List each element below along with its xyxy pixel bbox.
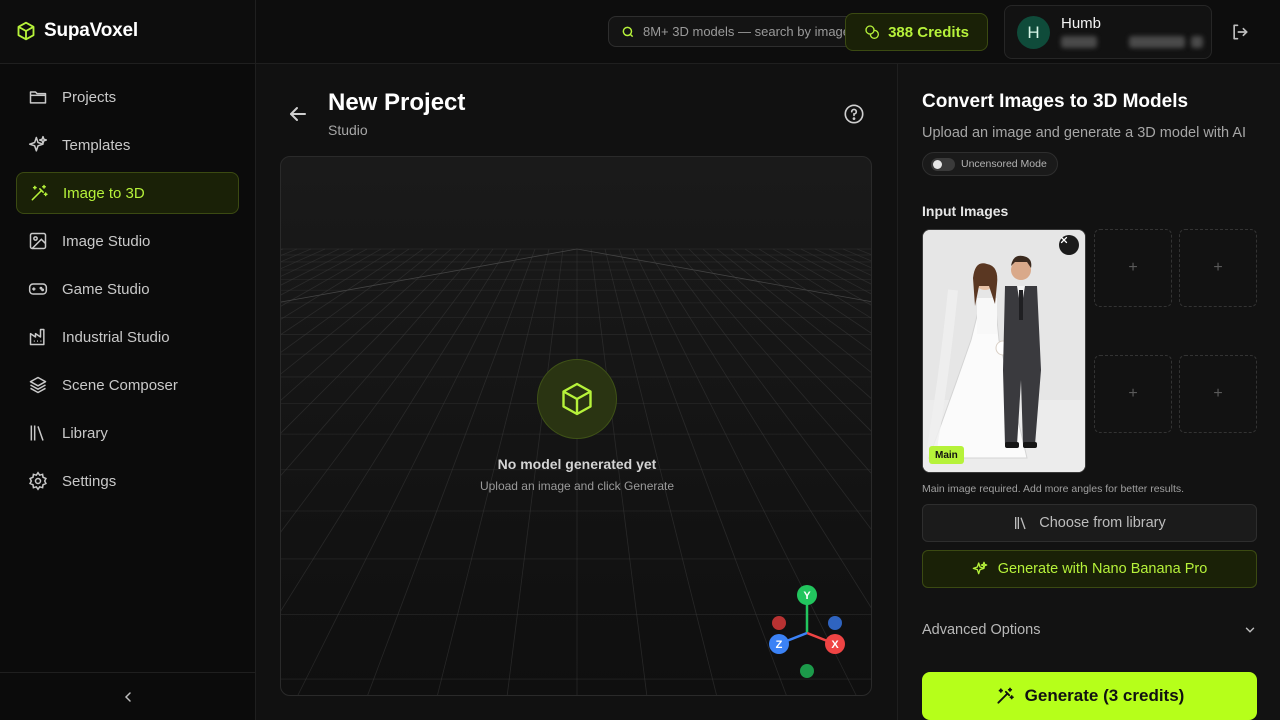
- top-bar: SupaVoxel 388 Credits H Humb: [0, 0, 1280, 64]
- remove-image-button[interactable]: [1059, 235, 1079, 255]
- layers-icon: [29, 376, 47, 394]
- user-card[interactable]: H Humb: [1004, 5, 1212, 59]
- advanced-options-toggle[interactable]: Advanced Options: [922, 617, 1257, 643]
- page-subtitle: Studio: [328, 122, 368, 138]
- library-button-label: Choose from library: [1039, 515, 1166, 531]
- sidebar-item-label: Templates: [62, 136, 131, 154]
- sidebar-item-projects[interactable]: Projects: [16, 76, 239, 118]
- z-axis-label: Z: [776, 639, 783, 651]
- project-workspace: New Project Studio No model generated ye…: [256, 64, 897, 720]
- sidebar-item-label: Scene Composer: [62, 376, 178, 394]
- image-icon: [29, 232, 47, 250]
- coins-icon: [865, 25, 880, 39]
- uncensored-mode-toggle[interactable]: Uncensored Mode: [922, 152, 1058, 176]
- cube-icon: [562, 382, 592, 416]
- empty-state-title: No model generated yet: [497, 456, 657, 472]
- logout-icon[interactable]: [1230, 22, 1250, 42]
- add-image-slot-4[interactable]: +: [1179, 355, 1257, 433]
- plus-icon: +: [1213, 259, 1223, 276]
- avatar: H: [1017, 16, 1050, 49]
- credits-label: 388 Credits: [888, 23, 969, 41]
- panel-title: Convert Images to 3D Models: [922, 91, 1189, 112]
- sidebar-item-industrial-studio[interactable]: Industrial Studio: [16, 316, 239, 358]
- plus-icon: +: [1128, 385, 1138, 402]
- neg-y-handle[interactable]: [800, 664, 814, 678]
- main-image-tag: Main: [929, 446, 964, 464]
- brand[interactable]: SupaVoxel: [16, 20, 138, 42]
- gear-icon: [29, 471, 47, 491]
- factory-icon: [29, 328, 45, 346]
- chevron-left-icon[interactable]: [120, 689, 136, 705]
- sidebar-item-game-studio[interactable]: Game Studio: [16, 268, 239, 310]
- empty-state-subtitle: Upload an image and click Generate: [479, 479, 675, 493]
- search-icon: [622, 26, 634, 37]
- sidebar-item-scene-composer[interactable]: Scene Composer: [16, 364, 239, 406]
- sidebar: Projects Templates Image to 3D Image Stu…: [0, 64, 256, 720]
- sidebar-item-label: Projects: [62, 88, 117, 106]
- sidebar-item-label: Library: [62, 424, 108, 442]
- sidebar-item-library[interactable]: Library: [16, 412, 239, 454]
- redaction: [1061, 36, 1097, 48]
- y-axis-label: Y: [803, 590, 811, 602]
- x-axis-label: X: [831, 639, 839, 651]
- magic-wand-icon: [997, 687, 1014, 704]
- generate-button-label: Generate (3 credits): [1024, 686, 1185, 705]
- sidebar-item-templates[interactable]: Templates: [16, 124, 239, 166]
- redaction: [1129, 36, 1185, 48]
- sidebar-item-label: Game Studio: [62, 280, 150, 298]
- redaction: [1191, 36, 1203, 48]
- sidebar-item-label: Industrial Studio: [62, 328, 170, 346]
- sidebar-item-image-studio[interactable]: Image Studio: [16, 220, 239, 262]
- generate-nano-banana-button[interactable]: Generate with Nano Banana Pro: [922, 550, 1257, 588]
- chevron-down-icon: [1245, 627, 1255, 633]
- help-icon[interactable]: [843, 103, 865, 125]
- user-name: Humb: [1061, 15, 1102, 32]
- input-images-label: Input Images: [922, 203, 1009, 219]
- panel-description: Upload an image and generate a 3D model …: [922, 125, 1247, 141]
- back-arrow-icon[interactable]: [286, 102, 310, 126]
- close-icon: [1060, 236, 1068, 244]
- add-image-slot-1[interactable]: +: [1094, 229, 1172, 307]
- nano-button-label: Generate with Nano Banana Pro: [997, 561, 1208, 577]
- divider: [255, 0, 256, 64]
- gamepad-icon: [28, 283, 48, 295]
- magic-wand-icon: [31, 184, 48, 201]
- sidebar-collapse-bar: [0, 672, 255, 720]
- sidebar-item-label: Image to 3D: [63, 184, 145, 202]
- cube-icon: [17, 21, 35, 41]
- credits-button[interactable]: 388 Credits: [845, 13, 988, 51]
- generate-button[interactable]: Generate (3 credits): [922, 672, 1257, 720]
- plus-icon: +: [1213, 385, 1223, 402]
- sidebar-item-settings[interactable]: Settings: [16, 460, 239, 502]
- wedding-photo: [923, 230, 1085, 472]
- sparkles-icon: [28, 135, 48, 152]
- choose-from-library-button[interactable]: Choose from library: [922, 504, 1257, 542]
- sparkles-icon: [972, 561, 988, 575]
- add-image-slot-3[interactable]: +: [1094, 355, 1172, 433]
- neg-z-handle[interactable]: [828, 616, 842, 630]
- toggle-switch[interactable]: [931, 157, 955, 171]
- page-title: New Project: [328, 89, 466, 116]
- plus-icon: +: [1128, 259, 1138, 276]
- main-image-thumbnail[interactable]: Main: [922, 229, 1086, 473]
- empty-state-badge: [537, 359, 617, 439]
- sidebar-item-label: Settings: [62, 472, 117, 490]
- 3d-viewport[interactable]: No model generated yet Upload an image a…: [280, 156, 872, 696]
- advanced-options-label: Advanced Options: [922, 622, 1041, 638]
- neg-x-handle[interactable]: [772, 616, 786, 630]
- uncensored-mode-label: Uncensored Mode: [961, 158, 1047, 170]
- user-email-redacted: [1061, 36, 1203, 48]
- right-panel: Convert Images to 3D Models Upload an im…: [897, 64, 1280, 720]
- axis-gizmo[interactable]: Y X Z: [765, 581, 855, 681]
- library-icon: [30, 425, 44, 441]
- folder-icon: [29, 91, 47, 104]
- sidebar-item-image-to-3d[interactable]: Image to 3D: [16, 172, 239, 214]
- app-name: SupaVoxel: [44, 20, 138, 41]
- library-icon: [1015, 517, 1026, 530]
- input-hint: Main image required. Add more angles for…: [922, 483, 1185, 495]
- add-image-slot-2[interactable]: +: [1179, 229, 1257, 307]
- sidebar-item-label: Image Studio: [62, 232, 151, 250]
- sidebar-nav: Projects Templates Image to 3D Image Stu…: [16, 76, 239, 508]
